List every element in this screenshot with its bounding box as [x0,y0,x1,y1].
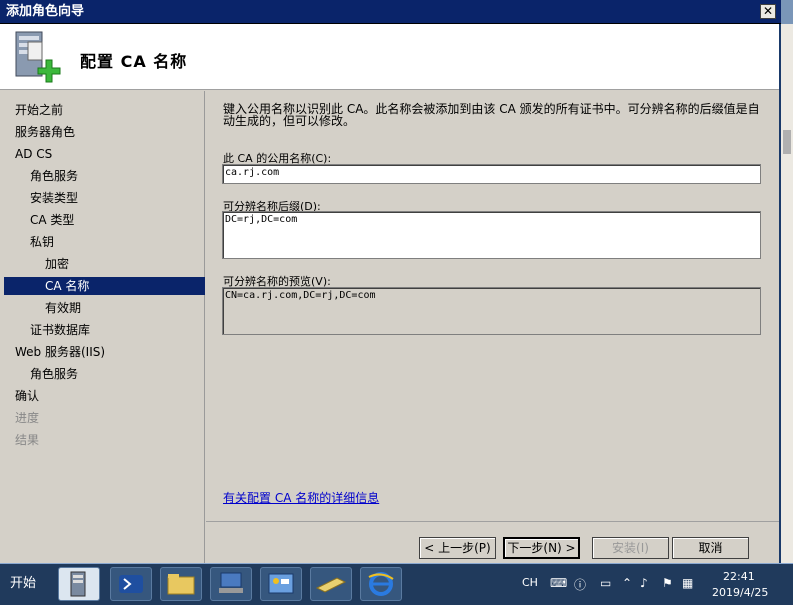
tray-expand-icon[interactable]: ⌃ [622,576,632,590]
keyboard-icon[interactable]: ⌨ [550,576,567,590]
network-icon[interactable] [210,567,252,601]
taskbar: 开始 CH ⌨ ⓘ ▭ ⌃ ♪ ⚑ ▦ 22:41 2019/4/25 [0,563,793,605]
header-panel: 配置 CA 名称 [0,24,779,90]
dn-suffix-input[interactable]: DC=rj,DC=com [222,211,761,259]
nav-item-progress: 进度 [15,411,40,425]
nav-item-server-roles[interactable]: 服务器角色 [15,123,215,141]
server-add-icon [15,31,61,83]
install-button: 安装(I) [592,537,669,559]
next-button[interactable]: 下一步(N) > [503,537,580,559]
common-name-input[interactable]: ca.rj.com [222,164,761,184]
nav-item-ca-name[interactable]: CA 名称 [4,277,205,295]
nav-item-ca-type[interactable]: CA 类型 [30,211,230,229]
ie-icon[interactable] [360,567,402,601]
wizard-nav-pane: 开始之前 服务器角色 AD CS 角色服务 安装类型 CA 类型 私钥 加密 C… [0,91,205,563]
nav-item-role-services[interactable]: 角色服务 [30,167,230,185]
scrollbar-thumb[interactable] [783,130,791,154]
server-manager-icon[interactable] [58,567,100,601]
control-panel-icon[interactable] [260,567,302,601]
clock-time[interactable]: 22:41 [723,570,755,583]
volume-icon[interactable]: ♪ [640,576,648,590]
intro-text: 键入公用名称以识别此 CA。此名称会被添加到由该 CA 颁发的所有证书中。可分辨… [223,102,760,128]
ca-name-details-link[interactable]: 有关配置 CA 名称的详细信息 [223,489,379,506]
nav-item-before-you-begin[interactable]: 开始之前 [15,101,215,119]
page-title: 配置 CA 名称 [80,52,188,71]
language-indicator[interactable]: CH [522,576,538,589]
nav-item-private-key[interactable]: 私钥 [30,233,230,251]
powershell-icon[interactable] [110,567,152,601]
dn-preview-box: CN=ca.rj.com,DC=rj,DC=com [222,287,761,335]
nav-item-confirmation[interactable]: 确认 [15,387,215,405]
nav-item-setup-type[interactable]: 安装类型 [30,189,230,207]
nav-item-certificate-database[interactable]: 证书数据库 [30,321,230,339]
flag-icon[interactable]: ⚑ [662,576,673,590]
start-button[interactable]: 开始 [0,568,40,600]
title-bar[interactable]: 添加角色向导 ✕ [0,0,781,24]
add-roles-wizard-window: 添加角色向导 ✕ 配置 CA 名称 开始之前 服务器角色 AD CS 角色服务 … [0,0,781,563]
nav-item-iis-role-services[interactable]: 角色服务 [30,365,230,383]
nav-item-ad-cs[interactable]: AD CS [15,145,215,163]
wizard-content-pane: 键入公用名称以识别此 CA。此名称会被添加到由该 CA 颁发的所有证书中。可分辨… [206,91,779,563]
explorer-icon[interactable] [160,567,202,601]
previous-button[interactable]: < 上一步(P) [419,537,496,559]
network-tray-icon[interactable]: ▦ [682,576,693,590]
window-title: 添加角色向导 [6,4,85,19]
close-button[interactable]: ✕ [760,4,776,19]
button-separator [206,521,779,522]
system-tray: CH ⌨ ⓘ ▭ ⌃ ♪ ⚑ ▦ 22:41 2019/4/25 [516,564,793,605]
notepad-icon[interactable] [310,567,352,601]
cancel-button[interactable]: 取消 [672,537,749,559]
clock-date[interactable]: 2019/4/25 [712,586,768,599]
help-icon[interactable]: ⓘ [574,576,586,593]
show-desktop-icon[interactable]: ▭ [600,576,611,590]
nav-item-web-server-iis[interactable]: Web 服务器(IIS) [15,343,215,361]
background-scrollbar[interactable] [781,24,793,564]
nav-item-results: 结果 [15,433,40,447]
